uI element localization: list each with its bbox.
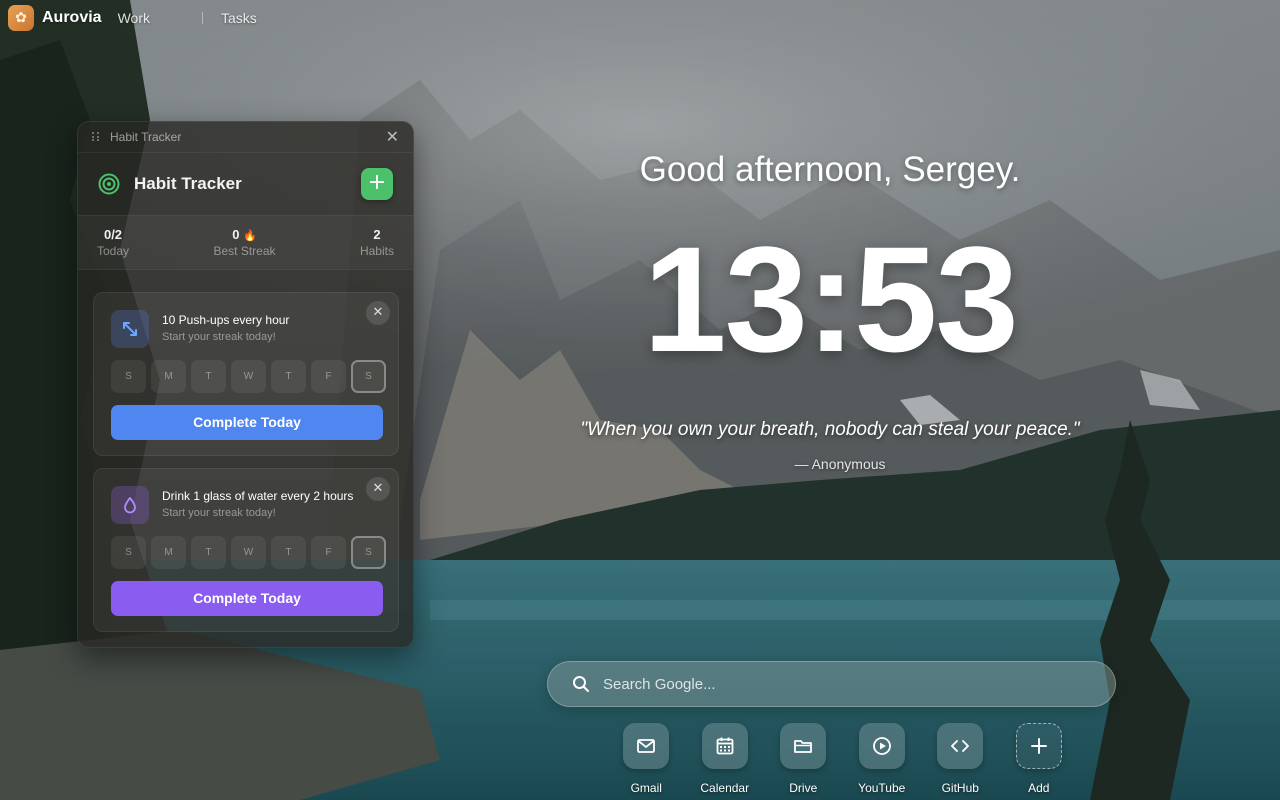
stat-today-value: 0/2: [103, 227, 123, 242]
day-thursday[interactable]: T: [271, 360, 306, 393]
stat-habits: 2 Habits: [360, 227, 394, 258]
search-input[interactable]: [603, 675, 1083, 693]
shortcut-tile[interactable]: [1015, 723, 1062, 769]
search-bar[interactable]: [547, 661, 1116, 707]
shortcut-tile[interactable]: [937, 723, 984, 769]
brand-name[interactable]: Aurovia: [42, 9, 102, 27]
day-sunday[interactable]: S: [111, 360, 146, 393]
shortcut-drive[interactable]: Drive: [764, 723, 843, 795]
folder-icon: [794, 740, 813, 753]
shortcut-github[interactable]: GitHub: [921, 723, 1000, 795]
shortcut-tile[interactable]: [858, 723, 905, 769]
habit-stats: 0/2 Today 0 🔥 Best Streak 2 Habits: [78, 215, 413, 270]
shortcut-label: YouTube: [858, 781, 906, 795]
widget-titlebar[interactable]: Habit Tracker ✕: [78, 122, 413, 153]
nav-link-work[interactable]: Work: [118, 10, 150, 26]
stat-habits-value: 2: [373, 227, 381, 242]
expand-arrows-icon: [123, 322, 137, 336]
habit-card: Drink 1 glass of water every 2 hours Sta…: [93, 468, 399, 632]
day-wednesday[interactable]: W: [231, 536, 266, 569]
stat-best-streak-label: Best Streak: [213, 244, 276, 258]
day-wednesday[interactable]: W: [231, 360, 266, 393]
day-thursday[interactable]: T: [271, 536, 306, 569]
day-sunday[interactable]: S: [111, 536, 146, 569]
water-drop-icon: [124, 497, 136, 514]
stat-habits-label: Habits: [359, 244, 394, 258]
shortcut-label: Drive: [789, 781, 818, 795]
stat-today: 0/2 Today: [97, 227, 129, 258]
weekday-row: S M T W T F S: [111, 360, 386, 393]
habit-icon-container: [111, 310, 149, 348]
complete-today-button[interactable]: Complete Today: [111, 581, 383, 616]
clock-display: 13:53: [643, 215, 1019, 383]
shortcut-add[interactable]: Add: [1000, 723, 1079, 795]
delete-habit-button[interactable]: ✕: [366, 477, 390, 501]
brand-logo-icon[interactable]: ✿: [8, 5, 34, 31]
stat-best-streak-value: 0: [232, 227, 240, 242]
flame-icon: 🔥: [243, 230, 257, 242]
delete-habit-button[interactable]: ✕: [366, 301, 390, 325]
play-icon: [872, 737, 891, 755]
complete-today-button[interactable]: Complete Today: [111, 405, 383, 440]
habit-title: Drink 1 glass of water every 2 hours: [162, 489, 354, 503]
mail-icon: [637, 739, 656, 753]
habit-card: 10 Push-ups every hour Start your streak…: [93, 292, 399, 456]
day-friday[interactable]: F: [311, 360, 346, 393]
quote-author: — Anonymous: [794, 456, 886, 472]
search-icon: [573, 676, 589, 692]
top-bar: ✿ Aurovia Work Tasks: [8, 5, 257, 31]
target-icon: [98, 173, 120, 195]
nav-link-tasks[interactable]: Tasks: [221, 10, 257, 26]
quote-text: "When you own your breath, nobody can st…: [580, 419, 1080, 440]
stat-today-label: Today: [97, 244, 130, 258]
shortcut-bar: Gmail Calendar Drive YouTube GitHub Add: [607, 723, 1078, 795]
day-friday[interactable]: F: [311, 536, 346, 569]
shortcut-label: Gmail: [630, 781, 662, 795]
add-habit-button[interactable]: +: [361, 168, 393, 200]
nav-divider: [202, 12, 203, 24]
weekday-row: S M T W T F S: [111, 536, 386, 569]
habit-tracker-widget: Habit Tracker ✕ Habit Tracker + 0/2 Toda…: [77, 121, 414, 648]
day-tuesday[interactable]: T: [191, 360, 226, 393]
close-widget-button[interactable]: ✕: [386, 129, 399, 145]
widget-titlebar-label: Habit Tracker: [110, 130, 182, 144]
day-saturday-today[interactable]: S: [351, 360, 386, 393]
shortcut-tile[interactable]: [701, 723, 748, 769]
widget-heading: Habit Tracker: [134, 174, 242, 193]
shortcut-label: GitHub: [941, 781, 979, 795]
habit-subtitle: Start your streak today!: [162, 507, 276, 519]
shortcut-label: Calendar: [700, 781, 750, 795]
habit-icon-container: [111, 486, 149, 524]
shortcut-calendar[interactable]: Calendar: [686, 723, 765, 795]
greeting-text: Good afternoon, Sergey.: [639, 150, 1021, 189]
day-saturday-today[interactable]: S: [351, 536, 386, 569]
plus-icon: [1030, 738, 1047, 754]
shortcut-label: Add: [1028, 781, 1050, 795]
day-monday[interactable]: M: [151, 360, 186, 393]
shortcut-youtube[interactable]: YouTube: [843, 723, 922, 795]
widget-header: Habit Tracker +: [78, 153, 413, 215]
day-tuesday[interactable]: T: [191, 536, 226, 569]
shortcut-tile[interactable]: [780, 723, 827, 769]
stat-best-streak: 0 🔥 Best Streak: [213, 227, 275, 258]
habit-subtitle: Start your streak today!: [162, 331, 276, 343]
shortcut-tile[interactable]: [623, 723, 670, 769]
shortcut-gmail[interactable]: Gmail: [607, 723, 686, 795]
code-icon: [951, 740, 970, 752]
day-monday[interactable]: M: [151, 536, 186, 569]
habit-title: 10 Push-ups every hour: [162, 313, 290, 327]
drag-handle-icon[interactable]: [92, 132, 100, 142]
calendar-icon: [716, 737, 734, 755]
